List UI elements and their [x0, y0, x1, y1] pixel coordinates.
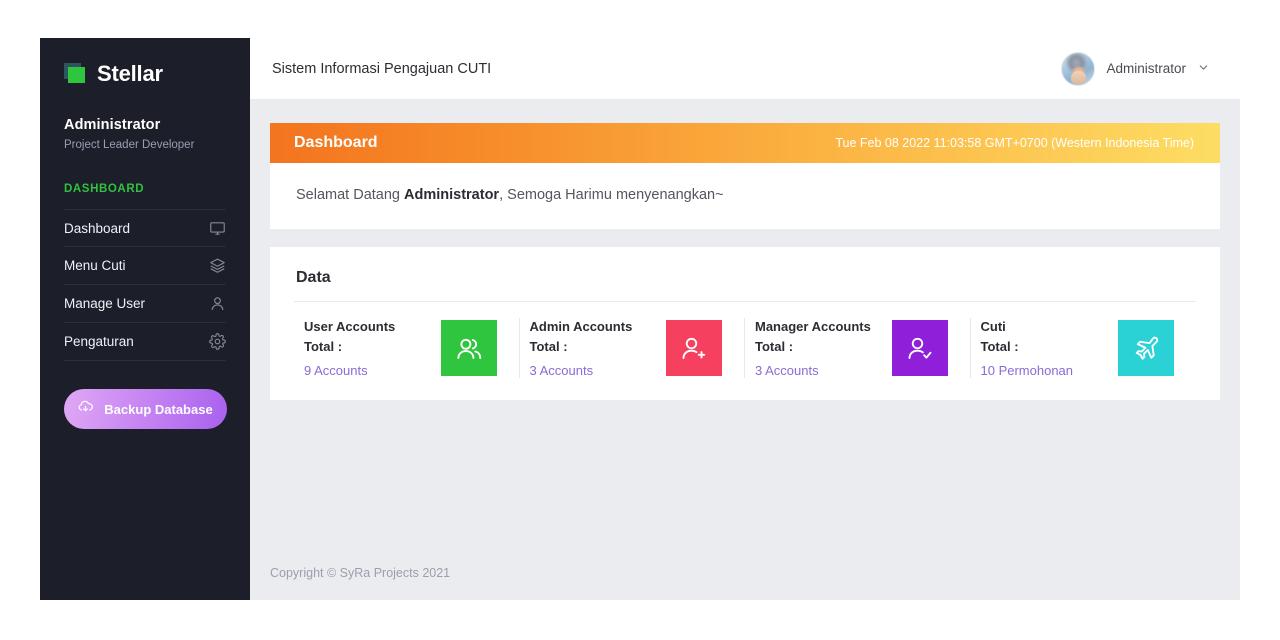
- stat-value: 10 Permohonan: [980, 363, 1074, 379]
- stellar-squares-logo-icon: [64, 63, 88, 85]
- welcome-suffix: , Semoga Harimu menyenangkan~: [499, 187, 724, 203]
- sidebar-item-pengaturan[interactable]: Pengaturan: [64, 323, 226, 361]
- stat-label-line1: Manager Accounts: [755, 319, 871, 334]
- stat-value: 9 Accounts: [304, 363, 368, 379]
- banner-title: Dashboard: [294, 134, 378, 151]
- sidebar-item-menu-cuti[interactable]: Menu Cuti: [64, 247, 226, 285]
- backup-database-button[interactable]: Backup Database: [63, 389, 227, 429]
- sidebar-item-label: Pengaturan: [64, 334, 134, 349]
- sidebar-item-label: Dashboard: [64, 220, 131, 236]
- sidebar-user-name: Administrator: [64, 117, 161, 133]
- user-icon: [209, 295, 226, 312]
- stat-label-line2: Total :: [755, 338, 794, 354]
- brand[interactable]: Stellar: [40, 38, 250, 87]
- sidebar-item-manage-user[interactable]: Manage User: [64, 285, 226, 323]
- user-add-icon: [666, 320, 722, 377]
- topbar-user-menu[interactable]: Administrator: [1061, 51, 1210, 86]
- layers-icon: [209, 257, 226, 274]
- backup-button-wrap: Backup Database: [40, 361, 250, 429]
- dashboard-banner: Dashboard Tue Feb 08 2022 11:03:58 GMT+0…: [270, 123, 1220, 163]
- stat-text: User Accounts Total : 9 Accounts: [304, 318, 395, 378]
- sidebar-menu: Dashboard Menu Cuti Manage User Pengatur…: [40, 195, 250, 361]
- stat-label-line2: Total :: [304, 338, 343, 354]
- stat-value: 3 Accounts: [529, 363, 594, 379]
- app-window: Stellar Administrator Project Leader Dev…: [40, 38, 1240, 600]
- stat-label-line1: User Accounts: [304, 319, 396, 334]
- stat-text: Manager Accounts Total : 3 Accounts: [755, 318, 871, 378]
- footer: Copyright © SyRa Projects 2021: [250, 548, 1240, 600]
- welcome-message: Selamat Datang Administrator, Semoga Har…: [270, 163, 1220, 229]
- cloud-download-icon: [77, 399, 94, 419]
- stat-label-line1: Cuti: [980, 319, 1006, 334]
- stat-text: Cuti Total : 10 Permohonan: [981, 318, 1074, 378]
- stat-label-line1: Admin Accounts: [529, 319, 633, 334]
- page-title: Sistem Informasi Pengajuan CUTI: [272, 60, 492, 77]
- sidebar: Stellar Administrator Project Leader Dev…: [40, 38, 250, 600]
- sidebar-item-dashboard[interactable]: Dashboard: [64, 209, 226, 247]
- stat-card-admin-accounts[interactable]: Admin Accounts Total : 3 Accounts: [520, 318, 745, 379]
- brand-name: Stellar: [97, 61, 163, 86]
- stat-text: Admin Accounts Total : 3 Accounts: [530, 318, 633, 378]
- stats-row: User Accounts Total : 9 Accounts Admin A…: [294, 302, 1197, 379]
- users-group-icon: [440, 320, 497, 377]
- stat-label-line2: Total :: [980, 338, 1019, 354]
- airplane-icon: [1118, 320, 1174, 377]
- sidebar-section-label: DASHBOARD: [64, 183, 145, 195]
- backup-database-label: Backup Database: [104, 401, 213, 417]
- gear-icon: [209, 333, 226, 350]
- sidebar-user-role: Project Leader Developer: [64, 139, 195, 151]
- welcome-username: Administrator: [404, 187, 500, 203]
- stat-value: 3 Accounts: [755, 363, 819, 379]
- dashboard-panel: Dashboard Tue Feb 08 2022 11:03:58 GMT+0…: [270, 123, 1220, 229]
- topbar-username: Administrator: [1106, 61, 1186, 76]
- stat-card-cuti[interactable]: Cuti Total : 10 Permohonan: [971, 318, 1197, 378]
- chevron-down-icon: [1197, 61, 1210, 77]
- banner-datetime: Tue Feb 08 2022 11:03:58 GMT+0700 (Weste…: [835, 136, 1194, 150]
- main-area: Sistem Informasi Pengajuan CUTI Administ…: [250, 38, 1240, 600]
- stat-card-user-accounts[interactable]: User Accounts Total : 9 Accounts: [294, 318, 520, 379]
- sidebar-item-label: Menu Cuti: [64, 258, 126, 273]
- content-area: Dashboard Tue Feb 08 2022 11:03:58 GMT+0…: [250, 99, 1240, 548]
- avatar: [1061, 51, 1096, 86]
- sidebar-user-block: Administrator Project Leader Developer: [40, 87, 250, 151]
- stat-card-manager-accounts[interactable]: Manager Accounts Total : 3 Accounts: [745, 318, 971, 379]
- sidebar-item-label: Manage User: [64, 296, 146, 311]
- user-check-icon: [891, 320, 948, 377]
- data-panel: Data User Accounts Total : 9 Accounts Ad…: [270, 247, 1220, 401]
- stat-label-line2: Total :: [529, 338, 568, 354]
- welcome-prefix: Selamat Datang: [296, 187, 405, 203]
- topbar: Sistem Informasi Pengajuan CUTI Administ…: [250, 38, 1240, 99]
- monitor-icon: [209, 220, 226, 237]
- data-panel-title: Data: [294, 269, 1196, 302]
